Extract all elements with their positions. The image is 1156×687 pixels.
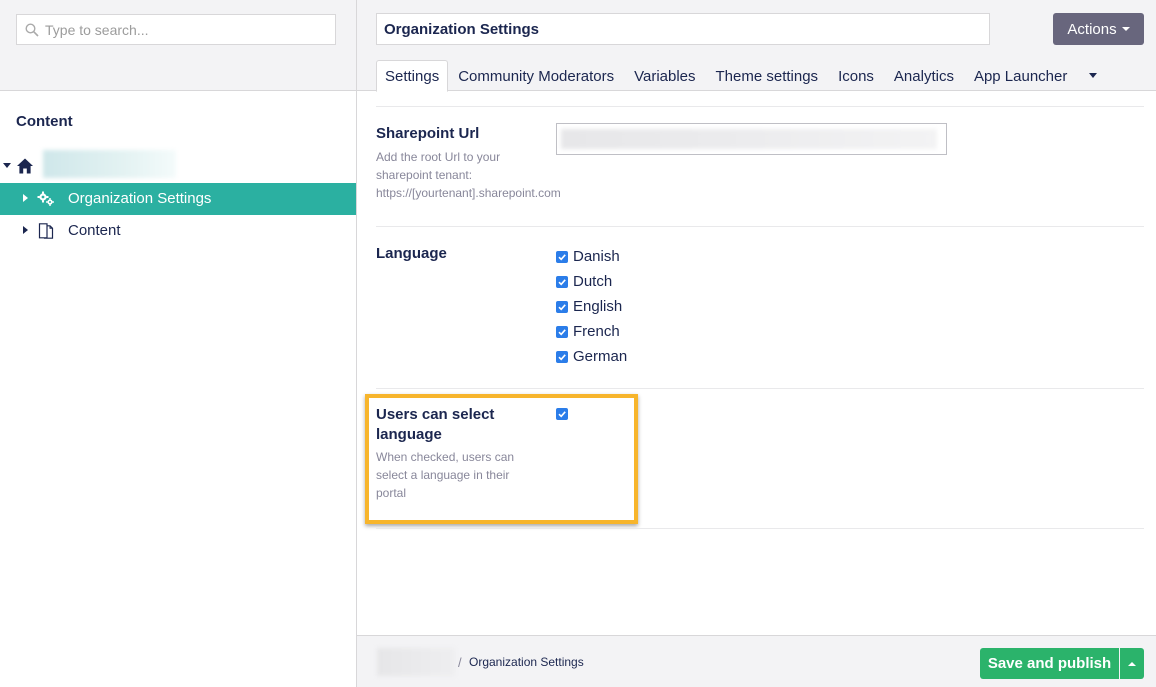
editor-footer: / Organization Settings Save and publish bbox=[357, 635, 1156, 687]
language-options: Danish Dutch English French German bbox=[556, 244, 627, 369]
description-line: portal bbox=[376, 486, 407, 500]
actions-button-label: Actions bbox=[1067, 20, 1117, 38]
tab-analytics[interactable]: Analytics bbox=[884, 60, 964, 91]
caret-right-icon[interactable] bbox=[23, 194, 28, 202]
tree-root-caret-down-icon[interactable] bbox=[3, 163, 11, 168]
checkbox-checked[interactable] bbox=[556, 325, 568, 338]
tree-item-label: Organization Settings bbox=[68, 190, 212, 207]
language-option-danish[interactable]: Danish bbox=[556, 244, 627, 269]
tree-item-organization-settings[interactable]: Organization Settings bbox=[0, 183, 356, 215]
checkmark-icon bbox=[558, 303, 566, 310]
editor-header: Actions Settings Community Moderators Va… bbox=[357, 0, 1156, 92]
checkbox-checked[interactable] bbox=[556, 350, 568, 363]
language-option-label: Dutch bbox=[573, 273, 613, 290]
language-option-german[interactable]: German bbox=[556, 344, 627, 369]
node-name-input[interactable] bbox=[376, 13, 990, 45]
search-box[interactable] bbox=[16, 14, 336, 45]
checkbox-checked[interactable] bbox=[556, 275, 568, 288]
tab-icons[interactable]: Icons bbox=[828, 60, 884, 91]
language-option-label: English bbox=[573, 298, 623, 315]
checkmark-icon bbox=[558, 353, 566, 360]
save-and-publish-button[interactable]: Save and publish bbox=[980, 648, 1119, 679]
caret-right-icon[interactable] bbox=[23, 226, 28, 234]
sidebar: Content Organization Settings bbox=[0, 0, 357, 687]
description-line: When checked, users can bbox=[376, 450, 515, 464]
tree-root-label-redacted[interactable] bbox=[43, 150, 176, 178]
users-can-select-language-description: When checked, users can select a languag… bbox=[376, 448, 514, 502]
description-line: select a language in their bbox=[376, 468, 510, 482]
tab-app-launcher[interactable]: App Launcher bbox=[964, 60, 1077, 91]
label-line: language bbox=[376, 426, 442, 443]
search-input[interactable] bbox=[45, 21, 315, 38]
save-options-button[interactable] bbox=[1120, 648, 1144, 679]
tree-title: Content bbox=[16, 113, 73, 130]
sharepoint-url-description: Add the root Url to your sharepoint tena… bbox=[376, 148, 561, 202]
sharepoint-url-value-redacted bbox=[561, 129, 937, 149]
users-can-select-language-checkbox[interactable] bbox=[556, 408, 568, 420]
language-option-dutch[interactable]: Dutch bbox=[556, 269, 627, 294]
caret-up-icon bbox=[1128, 661, 1136, 666]
more-tabs-caret-down-icon[interactable] bbox=[1089, 73, 1098, 78]
breadcrumb-separator: / bbox=[458, 655, 462, 670]
language-option-english[interactable]: English bbox=[556, 294, 627, 319]
language-label: Language bbox=[376, 245, 447, 262]
actions-button[interactable]: Actions bbox=[1053, 13, 1144, 45]
tab-community-moderators[interactable]: Community Moderators bbox=[448, 60, 624, 91]
checkbox-checked[interactable] bbox=[556, 300, 568, 313]
settings-panel: Sharepoint Url Add the root Url to your … bbox=[357, 92, 1156, 635]
tab-variables[interactable]: Variables bbox=[624, 60, 705, 91]
language-option-label: French bbox=[573, 323, 620, 340]
checkmark-icon bbox=[558, 278, 566, 285]
documents-icon bbox=[38, 223, 54, 239]
checkmark-icon bbox=[558, 411, 566, 418]
users-can-select-language-label: Users can select language bbox=[376, 405, 494, 445]
sharepoint-url-label: Sharepoint Url bbox=[376, 125, 480, 142]
description-line: sharepoint tenant: bbox=[376, 168, 473, 182]
tree-item-label: Content bbox=[68, 222, 121, 239]
divider bbox=[376, 106, 1144, 107]
home-icon[interactable] bbox=[16, 157, 34, 175]
cogs-icon bbox=[37, 191, 54, 206]
language-option-french[interactable]: French bbox=[556, 319, 627, 344]
tab-bar: Settings Community Moderators Variables … bbox=[376, 60, 1098, 92]
search-icon bbox=[25, 22, 39, 37]
checkmark-icon bbox=[558, 328, 566, 335]
tab-theme-settings[interactable]: Theme settings bbox=[706, 60, 829, 91]
breadcrumb-root-redacted[interactable] bbox=[377, 648, 455, 676]
caret-down-icon bbox=[1121, 27, 1130, 31]
tree-item-content[interactable]: Content bbox=[0, 215, 356, 247]
divider bbox=[376, 226, 1144, 227]
language-option-label: German bbox=[573, 348, 628, 365]
checkbox-checked[interactable] bbox=[556, 250, 568, 263]
divider bbox=[376, 388, 1144, 389]
language-option-label: Danish bbox=[573, 248, 620, 265]
checkmark-icon bbox=[558, 253, 566, 260]
sidebar-header bbox=[0, 0, 356, 91]
description-line: https://[yourtenant].sharepoint.com bbox=[376, 186, 561, 200]
breadcrumb-current: Organization Settings bbox=[469, 655, 584, 669]
divider bbox=[376, 528, 1144, 529]
description-line: Add the root Url to your bbox=[376, 150, 501, 164]
tab-settings[interactable]: Settings bbox=[376, 60, 449, 92]
label-line: Users can select bbox=[376, 406, 495, 423]
sharepoint-url-input[interactable] bbox=[556, 123, 947, 155]
